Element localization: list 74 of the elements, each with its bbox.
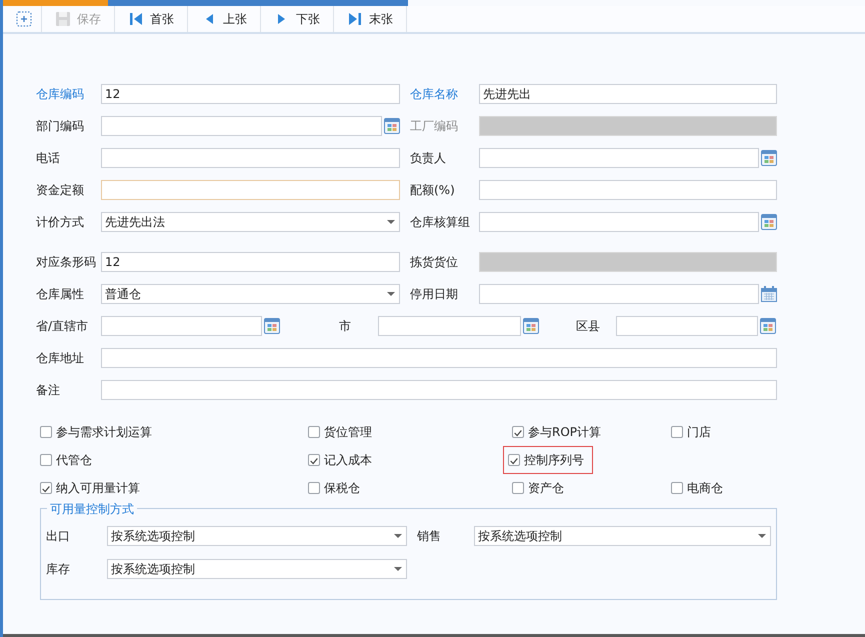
lookup-icon[interactable] <box>384 118 400 134</box>
dropdown[interactable]: 按系统选项控制 <box>107 558 407 578</box>
field-label: 销售 <box>417 528 442 544</box>
input-field[interactable] <box>479 212 759 232</box>
field-label: 省/直辖市 <box>36 318 90 335</box>
lookup-icon[interactable] <box>761 150 777 166</box>
checkbox[interactable]: 电商仓 <box>670 477 727 499</box>
input-field[interactable] <box>616 316 758 336</box>
add-icon <box>16 11 32 27</box>
input-field[interactable] <box>101 348 777 368</box>
lookup-icon[interactable] <box>760 318 776 334</box>
caret-icon <box>386 291 396 297</box>
caret-icon <box>393 566 403 572</box>
field-label: 资金定额 <box>36 182 85 199</box>
field-label: 部门编码 <box>36 118 85 135</box>
field-label: 仓库编码 <box>36 86 85 103</box>
input-field[interactable] <box>101 148 400 168</box>
dropdown[interactable]: 按系统选项控制 <box>107 526 407 546</box>
lookup-icon[interactable] <box>761 214 777 230</box>
caret-icon <box>757 532 767 538</box>
field-label: 拣货货位 <box>410 254 459 271</box>
skip-last-icon <box>347 11 363 27</box>
field-label: 区县 <box>576 318 601 335</box>
checkbox[interactable]: 货位管理 <box>307 421 376 443</box>
toolbar-button[interactable]: 下张 <box>261 6 334 32</box>
checkbox[interactable]: 纳入可用量计算 <box>39 477 144 499</box>
input-field[interactable] <box>378 316 521 336</box>
lookup-icon[interactable] <box>264 318 280 334</box>
field-label: 对应条形码 <box>36 254 97 271</box>
input-field[interactable] <box>479 284 759 304</box>
field-label: 工厂编码 <box>410 118 459 135</box>
checkbox[interactable]: 记入成本 <box>307 449 376 471</box>
input-field[interactable]: 12 <box>101 252 400 272</box>
skip-first-icon <box>128 11 144 27</box>
toolbar-button[interactable]: 末张 <box>334 6 407 32</box>
input-field[interactable] <box>101 116 382 136</box>
field-label: 仓库名称 <box>410 86 459 103</box>
field-label: 仓库核算组 <box>410 214 471 231</box>
field-label: 计价方式 <box>36 214 85 231</box>
input-field[interactable] <box>479 148 759 168</box>
field-label: 仓库属性 <box>36 286 85 303</box>
input-field[interactable] <box>101 380 777 400</box>
checkbox[interactable]: 代管仓 <box>39 449 96 471</box>
calendar-icon[interactable] <box>761 286 777 302</box>
input-field[interactable] <box>479 180 777 200</box>
input-field[interactable]: 12 <box>101 84 400 104</box>
checkbox[interactable]: 参与需求计划运算 <box>39 421 156 443</box>
lookup-icon[interactable] <box>523 318 539 334</box>
highlighted-checkbox[interactable]: 控制序列号 <box>504 447 592 473</box>
caret-icon <box>386 219 396 225</box>
caret-icon <box>393 532 403 538</box>
field-label: 库存 <box>46 560 71 578</box>
input-field[interactable] <box>101 180 400 200</box>
toolbar-button[interactable]: 上张 <box>188 6 261 32</box>
dropdown[interactable]: 按系统选项控制 <box>474 526 771 546</box>
field-label: 停用日期 <box>410 286 459 303</box>
dropdown[interactable]: 先进先出法 <box>101 212 400 232</box>
checkbox[interactable]: 保税仓 <box>307 477 364 499</box>
field-label: 电话 <box>36 150 61 167</box>
checkbox[interactable]: 门店 <box>670 421 715 443</box>
checkbox[interactable]: 资产仓 <box>511 477 568 499</box>
field-label: 出口 <box>46 528 71 544</box>
checkbox[interactable]: 参与ROP计算 <box>511 421 606 443</box>
field-label: 配额(%) <box>410 182 456 199</box>
field-label: 仓库地址 <box>36 350 85 367</box>
field-label: 备注 <box>36 382 61 399</box>
field-label: 市 <box>339 318 352 335</box>
dropdown[interactable]: 普通仓 <box>101 284 400 304</box>
input-field[interactable]: 先进先出 <box>479 84 777 104</box>
group-title: 可用量控制方式 <box>47 500 137 518</box>
window-tab[interactable] <box>108 0 408 6</box>
toolbar-button[interactable]: 首张 <box>115 6 188 32</box>
input-field[interactable] <box>101 316 262 336</box>
field-label: 负责人 <box>410 150 447 167</box>
